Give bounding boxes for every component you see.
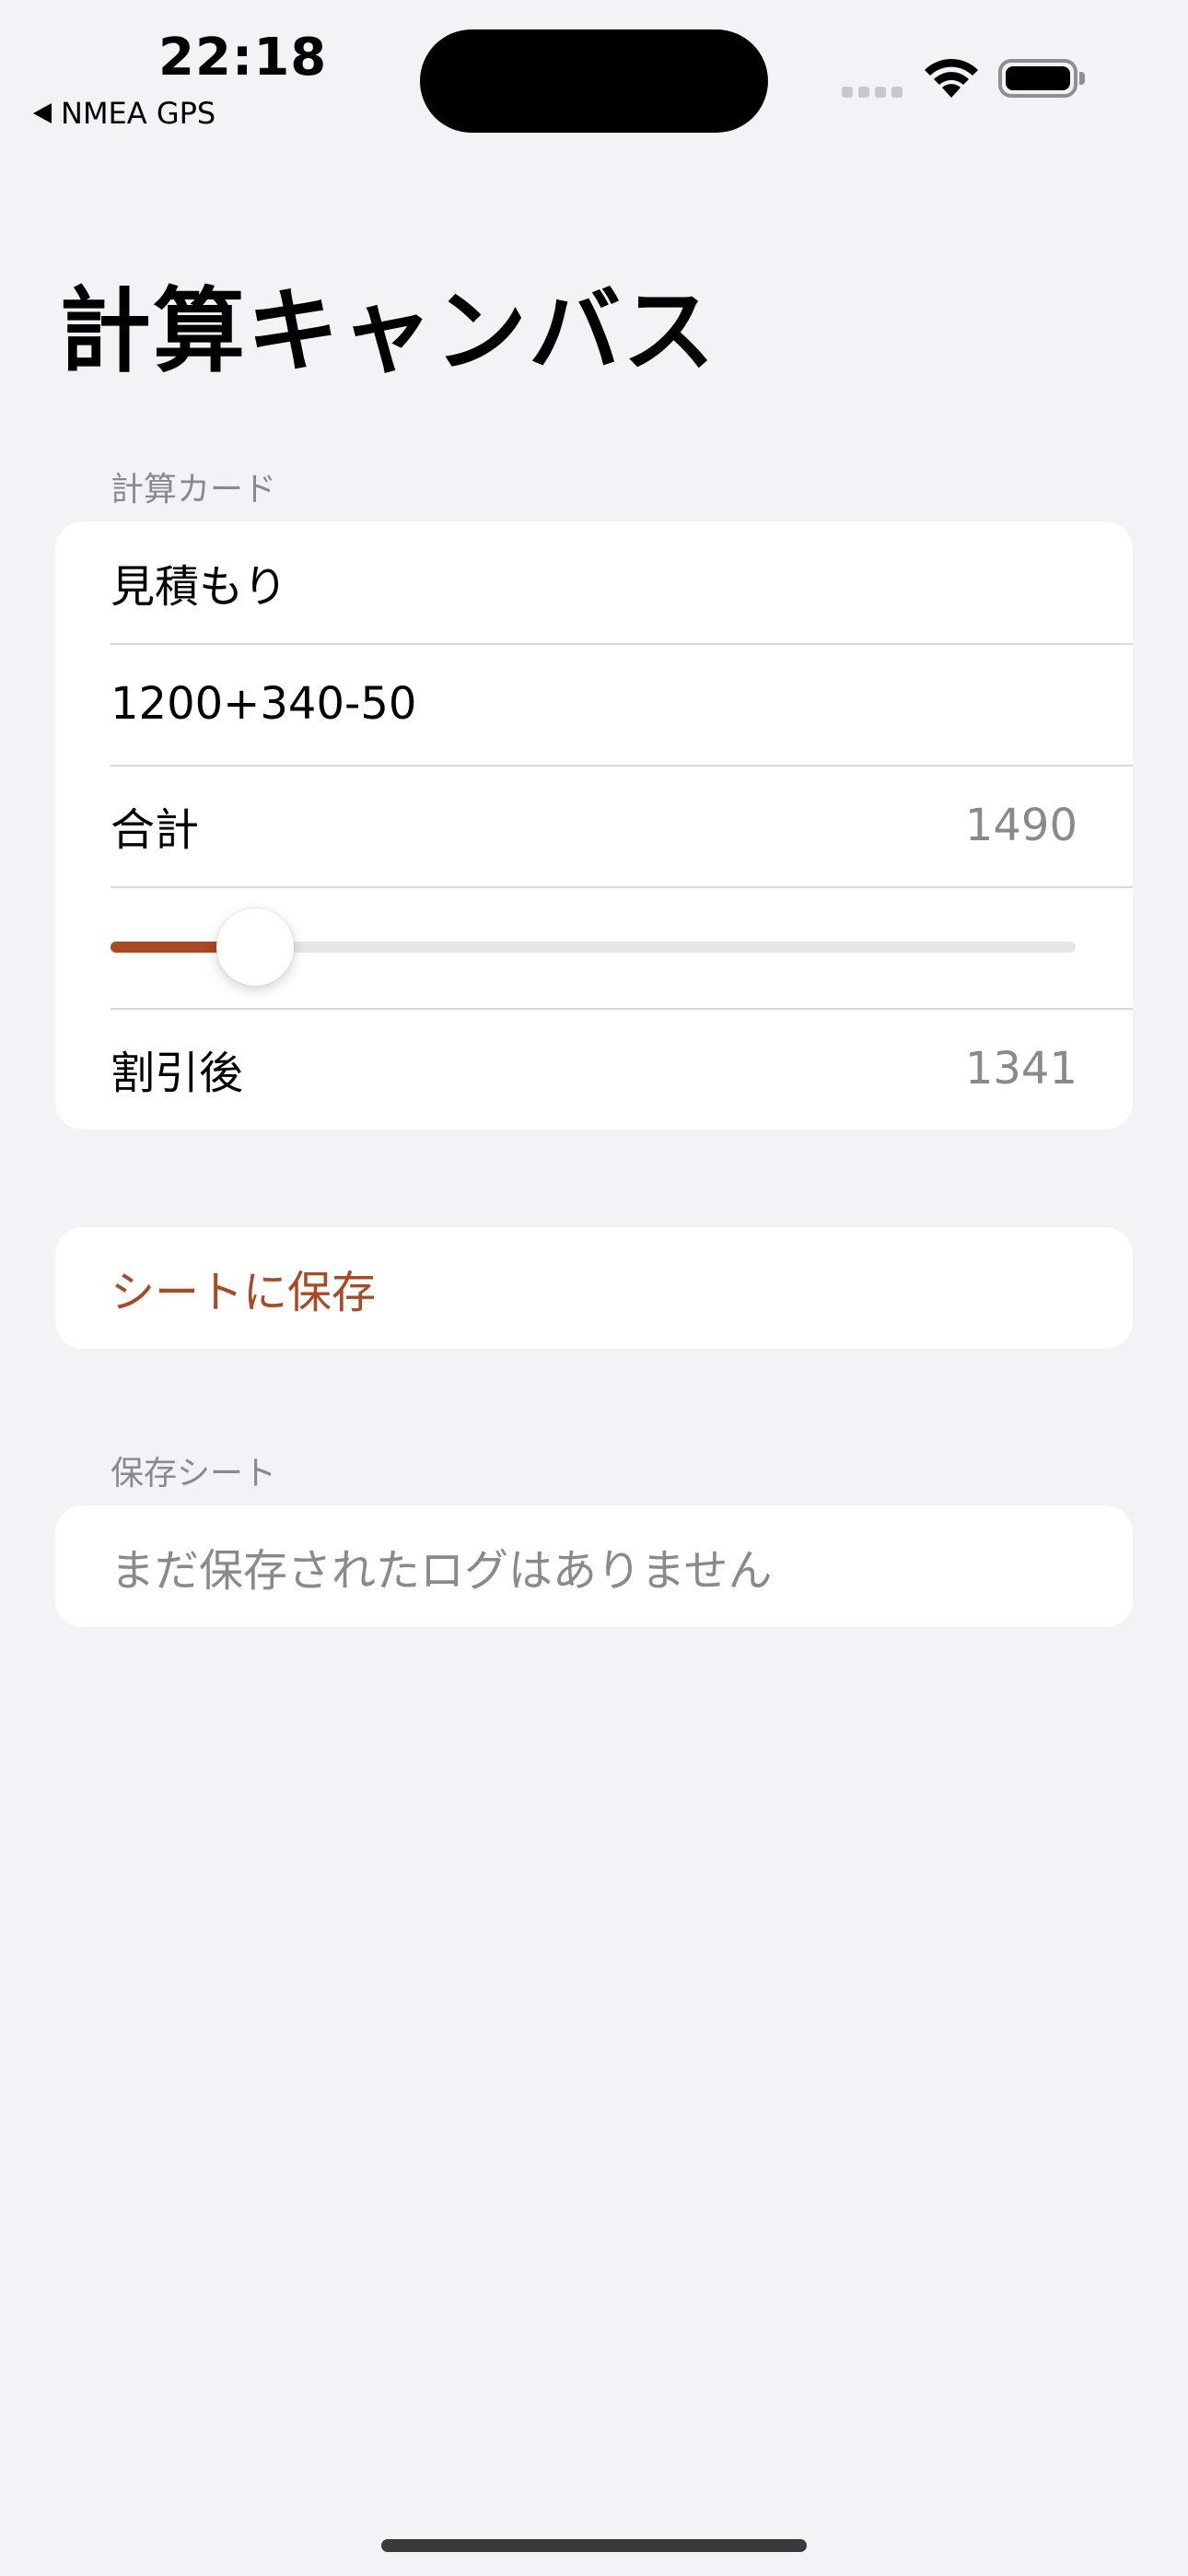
back-to-app-link[interactable]: NMEA GPS [33,96,215,131]
status-time: 22:18 [158,28,328,88]
cellular-signal-icon [842,87,903,98]
discount-slider-row[interactable] [55,886,1133,1008]
dynamic-island [420,29,768,133]
name-field[interactable]: 見積もり [111,550,287,615]
saved-section-header: 保存シート [111,1455,277,1493]
calc-card: 見積もり 1200+340-50 合計 1490 割引後 1341 [55,521,1133,1130]
total-label: 合計 [111,804,200,856]
calc-section-header: 計算カード [111,471,277,509]
expression-field[interactable]: 1200+340-50 [111,678,416,730]
battery-icon [998,59,1077,98]
expression-field-row[interactable]: 1200+340-50 [55,643,1133,765]
discounted-value: 1341 [964,1043,1077,1095]
save-to-sheet-button[interactable]: シートに保存 [55,1227,1133,1349]
name-field-row[interactable]: 見積もり [55,521,1133,643]
back-arrow-icon [33,103,52,123]
discounted-label: 割引後 [111,1048,244,1099]
wifi-icon [925,58,978,98]
back-app-label: NMEA GPS [61,96,216,131]
total-row: 合計 1490 [55,765,1133,886]
page-title: 計算キャンバス [59,277,716,385]
total-value: 1490 [964,800,1077,851]
save-to-sheet-label: シートに保存 [111,1267,377,1318]
saved-sheets-card: まだ保存されたログはありません [55,1505,1133,1627]
discounted-row: 割引後 1341 [55,1008,1133,1130]
slider-thumb[interactable] [216,908,295,986]
discount-slider[interactable] [111,908,1076,986]
empty-logs-message: まだ保存されたログはありません [111,1545,773,1597]
home-indicator[interactable] [381,2539,807,2552]
